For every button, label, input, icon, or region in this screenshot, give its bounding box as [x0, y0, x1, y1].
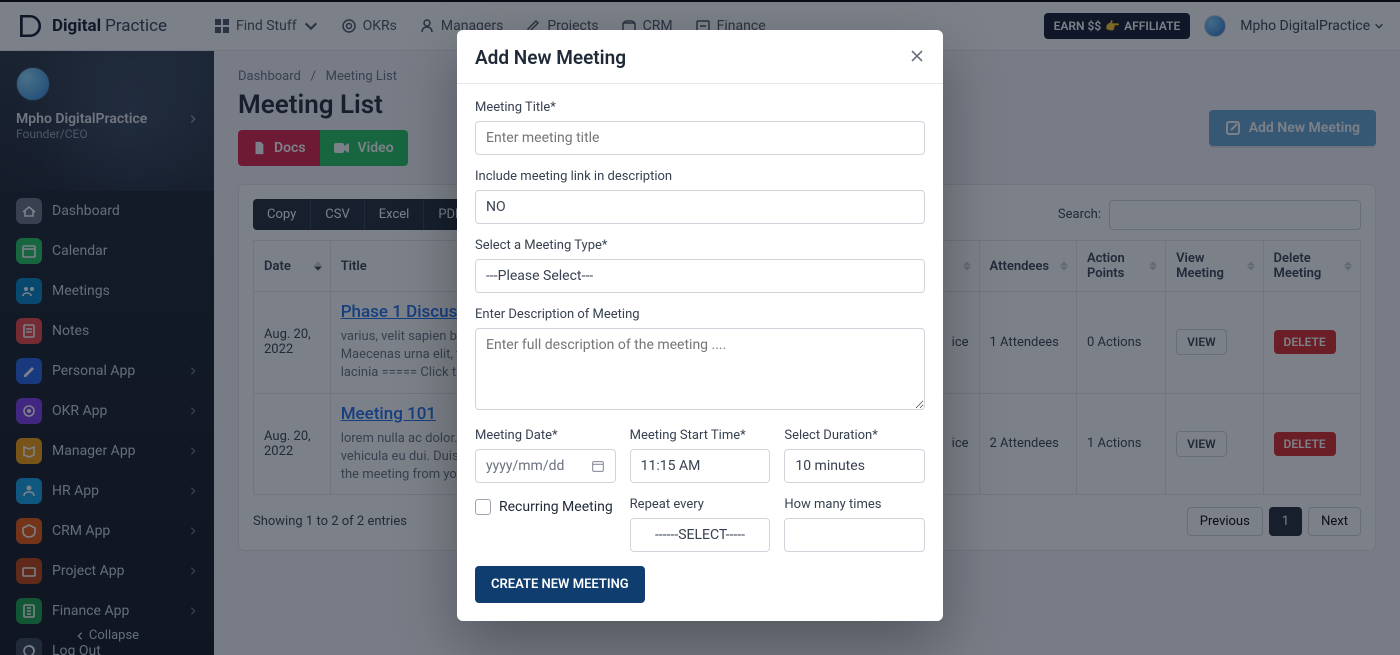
label-start-time: Meeting Start Time* [630, 428, 771, 443]
label-duration: Select Duration* [784, 428, 925, 443]
create-meeting-button[interactable]: CREATE NEW MEETING [475, 566, 645, 603]
label-repeat-every: Repeat every [630, 497, 771, 512]
how-many-times-input[interactable] [784, 518, 925, 552]
select-value: ------SELECT----- [655, 527, 745, 543]
duration-select[interactable]: 10 minutes [784, 449, 925, 483]
calendar-icon [591, 459, 605, 473]
include-link-select[interactable]: NO [475, 190, 925, 224]
label-how-many-times: How many times [784, 497, 925, 512]
meeting-title-input[interactable] [475, 121, 925, 155]
modal-title: Add New Meeting [475, 46, 626, 69]
description-textarea[interactable] [475, 328, 925, 410]
modal-close-button[interactable] [909, 48, 925, 68]
select-value: 10 minutes [795, 458, 865, 474]
date-placeholder: yyyy/mm/dd [486, 458, 564, 474]
label-meeting-title: Meeting Title* [475, 100, 925, 115]
recurring-checkbox[interactable]: Recurring Meeting [475, 499, 613, 515]
checkbox-icon [475, 499, 491, 515]
checkbox-label: Recurring Meeting [499, 499, 613, 515]
meeting-date-input[interactable]: yyyy/mm/dd [475, 449, 616, 483]
label-include-link: Include meeting link in description [475, 169, 925, 184]
add-meeting-modal: Add New Meeting Meeting Title* Include m… [457, 30, 943, 621]
select-value: NO [486, 199, 506, 215]
repeat-every-select[interactable]: ------SELECT----- [630, 518, 771, 552]
start-time-input[interactable] [630, 449, 771, 483]
label-meeting-type: Select a Meeting Type* [475, 238, 925, 253]
select-value: ---Please Select--- [486, 268, 593, 284]
label-description: Enter Description of Meeting [475, 307, 925, 322]
meeting-type-select[interactable]: ---Please Select--- [475, 259, 925, 293]
close-icon [909, 48, 925, 64]
label-meeting-date: Meeting Date* [475, 428, 616, 443]
